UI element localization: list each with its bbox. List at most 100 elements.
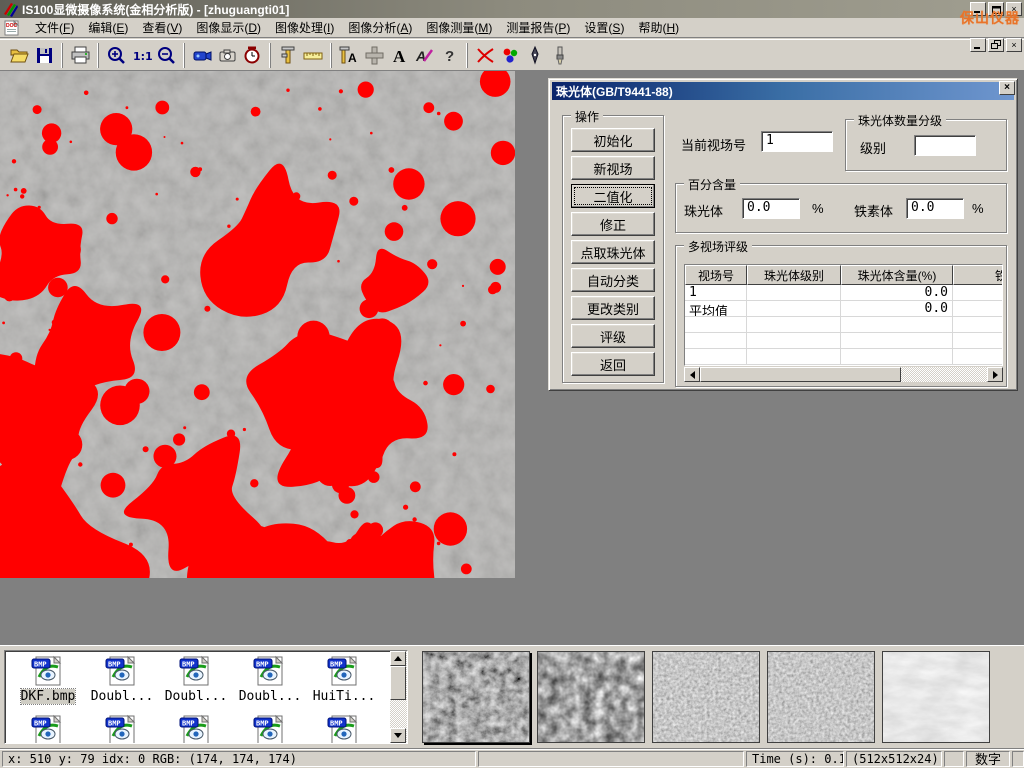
table-row-3[interactable] xyxy=(685,333,1002,349)
status-bar: x: 510 y: 79 idx: 0 RGB: (174, 174, 174)… xyxy=(0,748,1024,768)
thumbnail-1[interactable] xyxy=(422,651,530,743)
mdi-minimize-button[interactable] xyxy=(970,38,986,52)
percent-group-title: 百分含量 xyxy=(684,176,740,193)
metallographic-image[interactable] xyxy=(0,71,515,578)
curve-cut-button[interactable] xyxy=(473,43,498,68)
mdi-restore-button[interactable] xyxy=(988,38,1004,52)
file-item-r1-0[interactable]: DKF.bmp xyxy=(11,655,85,704)
pearlite-input[interactable]: 0.0 xyxy=(742,198,800,219)
file-item-r1-2[interactable]: Doubl... xyxy=(159,655,233,704)
file-item-r2-4[interactable] xyxy=(307,714,381,744)
camera-button[interactable] xyxy=(215,43,240,68)
caliper-text-button[interactable]: A xyxy=(337,43,362,68)
curve-cut-icon xyxy=(475,45,496,66)
help-icon: ? xyxy=(439,45,460,66)
table-cell xyxy=(953,317,1003,332)
table-col-3[interactable]: 铁素体 xyxy=(953,265,1003,285)
thumbnail-4[interactable] xyxy=(767,651,875,743)
ferrite-input[interactable]: 0.0 xyxy=(906,198,964,219)
grid-cross-button[interactable] xyxy=(362,43,387,68)
file-item-r2-1[interactable] xyxy=(85,714,159,744)
op-button-0[interactable]: 初始化 xyxy=(571,128,655,152)
letter-a-edit-button[interactable]: A xyxy=(412,43,437,68)
file-list[interactable]: DKF.bmpDoubl...Doubl...Doubl...HuiTi... xyxy=(4,650,408,744)
file-item-r1-1[interactable]: Doubl... xyxy=(85,655,159,704)
actual-size-icon: 1:1 xyxy=(131,45,152,66)
menu-item-5[interactable]: 图像分析(A) xyxy=(341,17,419,38)
open-button[interactable] xyxy=(7,43,32,68)
table-row-2[interactable] xyxy=(685,317,1002,333)
grade-input[interactable] xyxy=(914,135,976,156)
scroll-right-button[interactable] xyxy=(987,367,1003,382)
maximize-button[interactable] xyxy=(988,2,1004,16)
op-button-7[interactable]: 评级 xyxy=(571,324,655,348)
clock-button[interactable] xyxy=(240,43,265,68)
op-button-4[interactable]: 点取珠光体 xyxy=(571,240,655,264)
brush-button[interactable] xyxy=(548,43,573,68)
file-item-r2-0[interactable] xyxy=(11,714,85,744)
op-button-6[interactable]: 更改类别 xyxy=(571,296,655,320)
menu-item-0[interactable]: 文件(F) xyxy=(28,17,81,38)
document-icon[interactable]: DOC xyxy=(4,20,22,36)
rating-table[interactable]: 视场号珠光体级别珠光体含量(%)铁素体 10.0平均值0.0 xyxy=(684,264,1003,366)
op-button-2[interactable]: 二值化 xyxy=(571,184,655,208)
file-item-r2-3[interactable] xyxy=(233,714,307,744)
ruler-button[interactable] xyxy=(301,43,326,68)
file-item-r2-2[interactable] xyxy=(159,714,233,744)
table-row-1[interactable]: 平均值0.0 xyxy=(685,301,1002,317)
svg-text:A: A xyxy=(393,47,406,66)
pen-button[interactable] xyxy=(523,43,548,68)
thumbnail-3[interactable] xyxy=(652,651,760,743)
op-button-3[interactable]: 修正 xyxy=(571,212,655,236)
zoom-out-button[interactable] xyxy=(154,43,179,68)
op-button-1[interactable]: 新视场 xyxy=(571,156,655,180)
scroll-down-button[interactable] xyxy=(390,728,406,743)
help-button[interactable]: ? xyxy=(437,43,462,68)
bmp-file-icon xyxy=(31,655,65,687)
table-cell xyxy=(841,317,953,332)
menu-item-2[interactable]: 查看(V) xyxy=(135,17,189,38)
letter-a-button[interactable]: A xyxy=(387,43,412,68)
file-item-r1-4[interactable]: HuiTi... xyxy=(307,655,381,704)
menu-item-3[interactable]: 图像显示(D) xyxy=(189,17,268,38)
table-col-2[interactable]: 珠光体含量(%) xyxy=(841,265,953,285)
hscroll-track[interactable] xyxy=(700,367,987,382)
dialog-title: 珠光体(GB/T9441-88) xyxy=(556,83,673,100)
color-balls-button[interactable] xyxy=(498,43,523,68)
toolbar-group-0 xyxy=(4,43,60,68)
table-cell xyxy=(685,317,747,332)
zoom-in-button[interactable] xyxy=(104,43,129,68)
file-item-r1-3[interactable]: Doubl... xyxy=(233,655,307,704)
video-camera-button[interactable] xyxy=(190,43,215,68)
scroll-up-button[interactable] xyxy=(390,651,406,666)
op-button-8[interactable]: 返回 xyxy=(571,352,655,376)
menu-item-6[interactable]: 图像测量(M) xyxy=(419,17,499,38)
op-button-5[interactable]: 自动分类 xyxy=(571,268,655,292)
print-button[interactable] xyxy=(68,43,93,68)
thumbnail-5[interactable] xyxy=(882,651,990,743)
table-row-4[interactable] xyxy=(685,349,1002,365)
scroll-left-button[interactable] xyxy=(684,367,700,382)
thumbnail-2[interactable] xyxy=(537,651,645,743)
table-col-0[interactable]: 视场号 xyxy=(685,265,747,285)
save-button[interactable] xyxy=(32,43,57,68)
minimize-button[interactable] xyxy=(970,2,986,16)
hscroll-thumb[interactable] xyxy=(700,367,901,382)
dialog-close-button[interactable]: × xyxy=(999,81,1015,95)
table-hscrollbar[interactable] xyxy=(684,367,1003,382)
dialog-title-bar[interactable]: 珠光体(GB/T9441-88) xyxy=(552,82,1014,100)
table-col-1[interactable]: 珠光体级别 xyxy=(747,265,841,285)
caliper-button[interactable] xyxy=(276,43,301,68)
file-list-vscrollbar[interactable] xyxy=(390,651,407,743)
menu-item-1[interactable]: 编辑(E) xyxy=(81,17,135,38)
menu-item-7[interactable]: 测量报告(P) xyxy=(499,17,577,38)
menu-item-4[interactable]: 图像处理(I) xyxy=(268,17,341,38)
table-row-0[interactable]: 10.0 xyxy=(685,285,1002,301)
close-button[interactable]: × xyxy=(1006,2,1022,16)
menu-item-9[interactable]: 帮助(H) xyxy=(631,17,686,38)
menu-item-8[interactable]: 设置(S) xyxy=(577,17,631,38)
current-field-input[interactable]: 1 xyxy=(761,131,833,152)
actual-size-button[interactable]: 1:1 xyxy=(129,43,154,68)
mdi-close-button[interactable]: × xyxy=(1006,38,1022,52)
vscroll-thumb[interactable] xyxy=(390,666,406,700)
